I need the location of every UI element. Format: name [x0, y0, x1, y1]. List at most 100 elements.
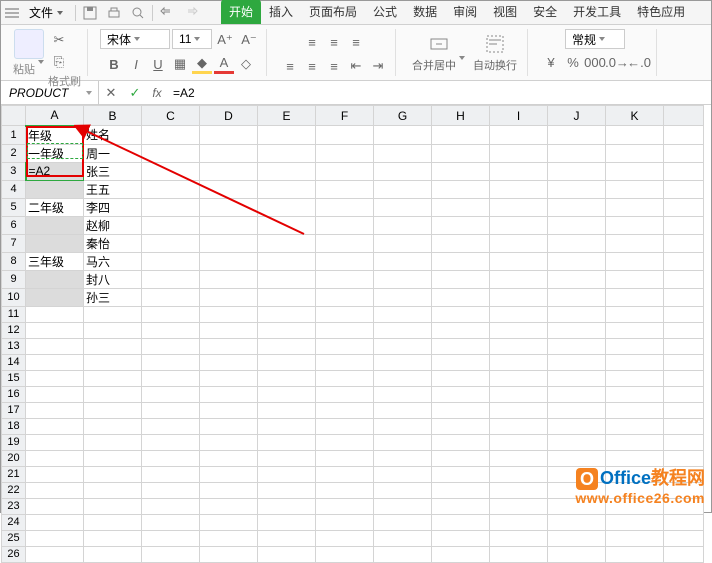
cell-H11[interactable]	[432, 306, 490, 322]
number-format-select[interactable]: 常规	[565, 29, 625, 49]
cell-K2[interactable]	[606, 144, 664, 162]
row-header-8[interactable]: 8	[2, 252, 26, 270]
cell-D3[interactable]	[200, 162, 258, 180]
cell-F4[interactable]	[316, 180, 374, 198]
row-header-2[interactable]: 2	[2, 144, 26, 162]
cell-B13[interactable]	[84, 338, 142, 354]
cell-B8[interactable]: 马六	[84, 252, 142, 270]
cell-I18[interactable]	[490, 418, 548, 434]
cell-E16[interactable]	[258, 386, 316, 402]
cell-E8[interactable]	[258, 252, 316, 270]
formula-input[interactable]	[167, 86, 711, 100]
cell-F13[interactable]	[316, 338, 374, 354]
row-header-26[interactable]: 26	[2, 546, 26, 562]
cell-E4[interactable]	[258, 180, 316, 198]
bold-button[interactable]: B	[104, 54, 124, 74]
col-header-K[interactable]: K	[606, 106, 664, 126]
cell-F20[interactable]	[316, 450, 374, 466]
cell-E2[interactable]	[258, 144, 316, 162]
row-header-7[interactable]: 7	[2, 234, 26, 252]
row-header-11[interactable]: 11	[2, 306, 26, 322]
cell-B12[interactable]	[84, 322, 142, 338]
cell-A16[interactable]	[26, 386, 84, 402]
cell-F21[interactable]	[316, 466, 374, 482]
decrease-font-icon[interactable]: A⁻	[239, 30, 259, 50]
cell-D6[interactable]	[200, 216, 258, 234]
cell-J6[interactable]	[548, 216, 606, 234]
print-icon[interactable]	[103, 2, 125, 24]
cell-K25[interactable]	[606, 530, 664, 546]
save-icon[interactable]	[79, 2, 101, 24]
cell-A21[interactable]	[26, 466, 84, 482]
cell-G1[interactable]	[374, 126, 432, 145]
cell-F9[interactable]	[316, 270, 374, 288]
font-name-select[interactable]: 宋体	[100, 29, 170, 49]
cell-D17[interactable]	[200, 402, 258, 418]
cell-J7[interactable]	[548, 234, 606, 252]
cell-B18[interactable]	[84, 418, 142, 434]
cell-G12[interactable]	[374, 322, 432, 338]
col-header-C[interactable]: C	[142, 106, 200, 126]
cell-A25[interactable]	[26, 530, 84, 546]
border-button[interactable]: ▦	[170, 54, 190, 74]
cell-K9[interactable]	[606, 270, 664, 288]
cell-I22[interactable]	[490, 482, 548, 498]
cell-E11[interactable]	[258, 306, 316, 322]
cell-A5[interactable]: 二年级	[26, 198, 84, 216]
cell-J2[interactable]	[548, 144, 606, 162]
align-center-icon[interactable]: ≡	[302, 56, 322, 76]
cell-E20[interactable]	[258, 450, 316, 466]
row-header-22[interactable]: 22	[2, 482, 26, 498]
cell-F7[interactable]	[316, 234, 374, 252]
cell-J25[interactable]	[548, 530, 606, 546]
cell-K6[interactable]	[606, 216, 664, 234]
cell-A1[interactable]: 年级	[26, 126, 84, 145]
cell-H24[interactable]	[432, 514, 490, 530]
cell-H17[interactable]	[432, 402, 490, 418]
align-top-icon[interactable]: ≡	[302, 32, 322, 52]
cell-A18[interactable]	[26, 418, 84, 434]
cell-F25[interactable]	[316, 530, 374, 546]
cell-E7[interactable]	[258, 234, 316, 252]
tab-devtools[interactable]: 开发工具	[565, 0, 629, 24]
increase-font-icon[interactable]: A⁺	[215, 30, 235, 50]
cell-H5[interactable]	[432, 198, 490, 216]
cell-J26[interactable]	[548, 546, 606, 562]
cell-C25[interactable]	[142, 530, 200, 546]
cell-H18[interactable]	[432, 418, 490, 434]
cell-B7[interactable]: 秦怡	[84, 234, 142, 252]
cell-I8[interactable]	[490, 252, 548, 270]
cell-I24[interactable]	[490, 514, 548, 530]
cell-D15[interactable]	[200, 370, 258, 386]
cell-G24[interactable]	[374, 514, 432, 530]
cell-E17[interactable]	[258, 402, 316, 418]
cell-G20[interactable]	[374, 450, 432, 466]
dec-dec-icon[interactable]: ←.0	[629, 52, 649, 72]
cell-I12[interactable]	[490, 322, 548, 338]
cell-J3[interactable]	[548, 162, 606, 180]
row-header-6[interactable]: 6	[2, 216, 26, 234]
select-all-corner[interactable]	[2, 106, 26, 126]
cell-J18[interactable]	[548, 418, 606, 434]
cell-I15[interactable]	[490, 370, 548, 386]
cell-A9[interactable]	[26, 270, 84, 288]
cell-I1[interactable]	[490, 126, 548, 145]
cell-H1[interactable]	[432, 126, 490, 145]
file-menu[interactable]: 文件	[23, 2, 69, 23]
cell-E24[interactable]	[258, 514, 316, 530]
row-header-16[interactable]: 16	[2, 386, 26, 402]
cell-H26[interactable]	[432, 546, 490, 562]
cell-C10[interactable]	[142, 288, 200, 306]
cell-I2[interactable]	[490, 144, 548, 162]
cell-B22[interactable]	[84, 482, 142, 498]
cell-E5[interactable]	[258, 198, 316, 216]
paste-label[interactable]: 粘贴	[13, 61, 44, 77]
col-header-F[interactable]: F	[316, 106, 374, 126]
cell-C23[interactable]	[142, 498, 200, 514]
cell-A3[interactable]: =A2	[26, 162, 84, 180]
cell-J4[interactable]	[548, 180, 606, 198]
cell-A4[interactable]	[26, 180, 84, 198]
preview-icon[interactable]	[127, 2, 149, 24]
cell-G10[interactable]	[374, 288, 432, 306]
redo-icon[interactable]	[180, 2, 202, 24]
